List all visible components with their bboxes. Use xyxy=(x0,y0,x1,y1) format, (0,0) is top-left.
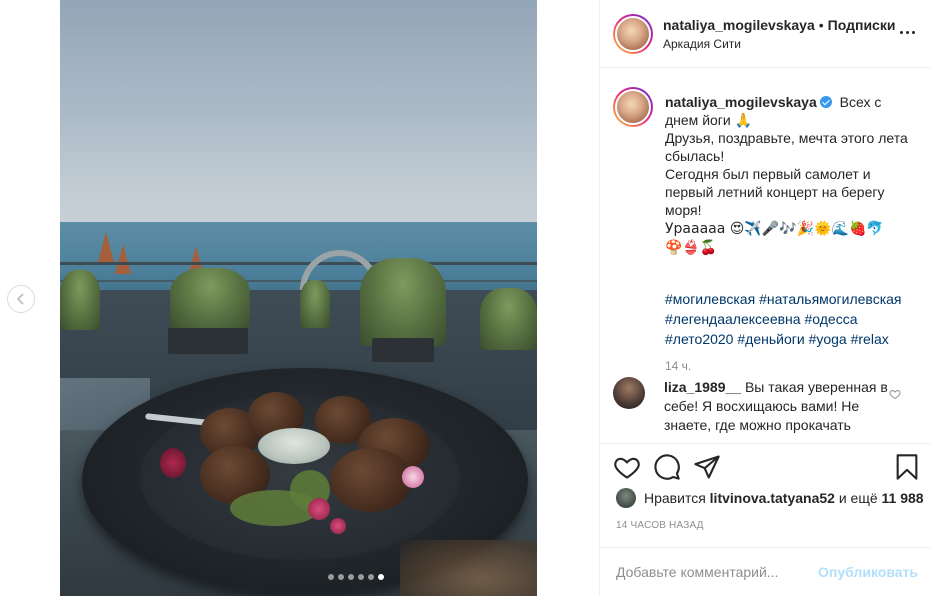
caption-avatar[interactable] xyxy=(613,87,653,127)
author-username[interactable]: nataliya_mogilevskaya xyxy=(663,17,815,33)
carousel-dot xyxy=(368,574,374,580)
comment-text: liza_1989__ Вы такая уверенная в себе! Я… xyxy=(664,378,894,435)
hashtag-link[interactable]: #лето2020 xyxy=(665,331,733,347)
comment-icon[interactable] xyxy=(653,453,681,481)
caption-time[interactable]: 14 ч. xyxy=(665,359,691,373)
photo-food xyxy=(330,448,412,512)
more-options-button[interactable] xyxy=(900,24,920,40)
photo-plant xyxy=(60,270,100,330)
hashtags: #могилевская #натальямогилевская #легенд… xyxy=(665,289,913,349)
caption-line: 🍄👙🍒 xyxy=(665,240,718,256)
photo-plant xyxy=(170,268,250,330)
carousel-dot xyxy=(358,574,364,580)
photo-umbrella xyxy=(98,232,114,262)
caption-username[interactable]: nataliya_mogilevskaya xyxy=(665,94,817,110)
photo-flower xyxy=(330,518,346,534)
like-comment-heart-icon[interactable] xyxy=(889,388,901,400)
likes-line: Нравится litvinova.tatyana52 и ещё 11 98… xyxy=(616,488,924,508)
bookmark-icon[interactable] xyxy=(893,453,921,481)
hashtag-link[interactable]: #легендаалексеевна xyxy=(665,311,801,327)
caption-line: Урааааа 😍✈️🎤🎶🎉🌞🌊🍓🐬 xyxy=(665,221,884,237)
photo-plant xyxy=(300,280,330,328)
commenter-avatar[interactable] xyxy=(613,377,645,409)
caption-line: Сегодня был первый самолет и первый летн… xyxy=(665,166,885,218)
likes-prefix: Нравится xyxy=(644,490,706,506)
share-icon[interactable] xyxy=(693,453,721,481)
post-header: nataliya_mogilevskaya • Подписки Аркадия… xyxy=(600,0,931,68)
hashtag-link[interactable]: #одесса xyxy=(804,311,857,327)
add-comment-form: Опубликовать xyxy=(600,547,931,596)
actions-bar: Нравится litvinova.tatyana52 и ещё 11 98… xyxy=(600,443,931,547)
photo-plant xyxy=(360,258,446,346)
commenter-username[interactable]: liza_1989__ xyxy=(664,379,741,395)
photo-flower xyxy=(308,498,330,520)
caption-text: nataliya_mogilevskaya Всех с днем йоги 🙏… xyxy=(665,93,913,257)
carousel-dot xyxy=(378,574,384,580)
hashtag-link[interactable]: #деньйоги xyxy=(737,331,804,347)
photo-plant xyxy=(480,288,537,350)
photo-umbrella xyxy=(115,244,131,274)
liker-avatar[interactable] xyxy=(616,488,636,508)
publish-button[interactable]: Опубликовать xyxy=(818,564,918,580)
comments-area[interactable]: nataliya_mogilevskaya Всех с днем йоги 🙏… xyxy=(600,69,931,443)
verified-badge-icon xyxy=(819,96,832,108)
carousel-dot xyxy=(348,574,354,580)
comment-input[interactable] xyxy=(616,560,816,584)
post-photo[interactable] xyxy=(60,0,537,596)
photo-flower xyxy=(402,466,424,488)
location-link[interactable]: Аркадия Сити xyxy=(663,37,741,51)
author-avatar[interactable] xyxy=(613,14,653,54)
hashtag-link[interactable]: #могилевская xyxy=(665,291,755,307)
photo-sauce xyxy=(258,428,330,464)
photo-railing xyxy=(60,280,537,282)
photo-background-detail xyxy=(400,540,537,596)
liker-username[interactable]: litvinova.tatyana52 xyxy=(710,490,835,506)
carousel-dot xyxy=(338,574,344,580)
chevron-left-icon xyxy=(16,293,24,305)
previous-button[interactable] xyxy=(7,285,35,313)
hashtag-link[interactable]: #yoga xyxy=(809,331,847,347)
separator-dot: • xyxy=(818,17,824,33)
heart-icon[interactable] xyxy=(613,453,641,481)
photo-railing xyxy=(60,262,537,265)
photo-planter xyxy=(372,338,434,362)
likes-middle: и ещё xyxy=(838,490,878,506)
author-line: nataliya_mogilevskaya • Подписки xyxy=(663,17,895,33)
likes-count[interactable]: 11 988 xyxy=(882,490,924,506)
carousel-indicator xyxy=(328,574,384,582)
hashtag-link[interactable]: #натальямогилевская xyxy=(759,291,901,307)
following-button[interactable]: Подписки xyxy=(828,17,896,33)
more-icon xyxy=(900,30,903,34)
carousel-dot xyxy=(328,574,334,580)
post-timestamp[interactable]: 14 часов назад xyxy=(616,520,704,531)
photo-planter xyxy=(168,328,248,354)
post-sidebar: nataliya_mogilevskaya • Подписки Аркадия… xyxy=(599,0,931,596)
photo-flower xyxy=(160,448,186,478)
caption-line: Друзья, поздравьте, мечта этого лета сбы… xyxy=(665,130,908,164)
hashtag-link[interactable]: #relax xyxy=(851,331,889,347)
